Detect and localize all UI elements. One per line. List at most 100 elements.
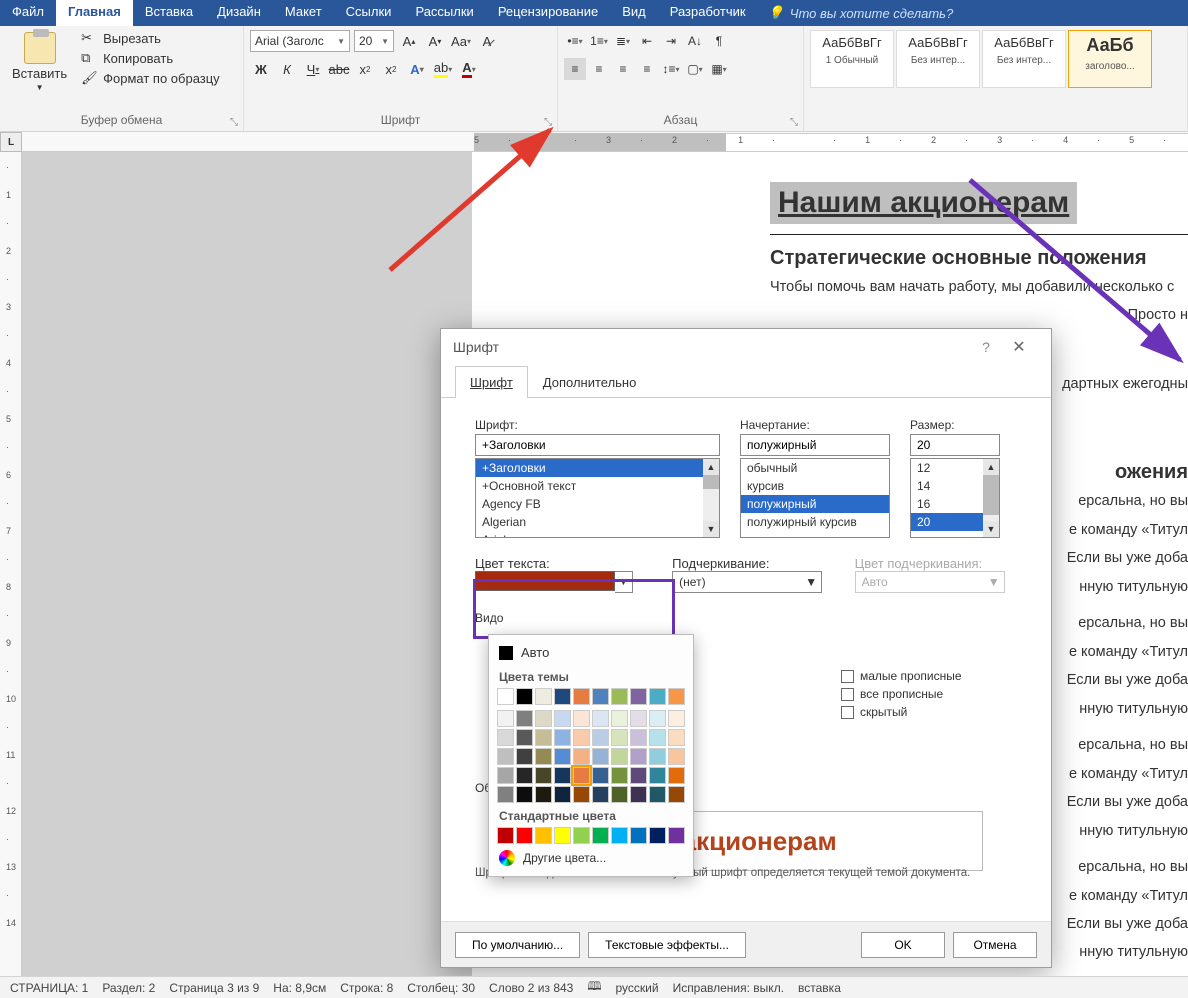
text-effects-button-dlg[interactable]: Текстовые эффекты... (588, 932, 746, 958)
theme-shade[interactable] (649, 748, 666, 765)
status-page-of[interactable]: Страница 3 из 9 (169, 981, 259, 995)
style-nospacing2[interactable]: АаБбВвГгБез интер... (982, 30, 1066, 88)
align-left-button[interactable]: ≡ (564, 58, 586, 80)
theme-color[interactable] (554, 688, 571, 705)
font-opt-2[interactable]: Agency FB (476, 495, 719, 513)
theme-shade[interactable] (554, 748, 571, 765)
indent-inc-button[interactable]: ⇥ (660, 30, 682, 52)
chk-hidden[interactable]: скрытый (841, 705, 1011, 719)
theme-shade[interactable] (668, 729, 685, 746)
paragraph-launcher[interactable]: ⤡ (787, 115, 801, 129)
theme-shade[interactable] (535, 710, 552, 727)
more-colors[interactable]: Другие цвета... (497, 844, 685, 868)
font-name-combo[interactable]: Arial (Заголс▼ (250, 30, 350, 52)
standard-color[interactable] (573, 827, 590, 844)
sort-button[interactable]: A↓ (684, 30, 706, 52)
theme-shade[interactable] (535, 748, 552, 765)
status-page[interactable]: СТРАНИЦА: 1 (10, 981, 88, 995)
chk-allcaps[interactable]: все прописные (841, 687, 1011, 701)
theme-color[interactable] (592, 688, 609, 705)
status-section[interactable]: Раздел: 2 (102, 981, 155, 995)
status-track[interactable]: Исправления: выкл. (673, 981, 784, 995)
ok-button[interactable]: OK (861, 932, 945, 958)
size-input[interactable] (910, 434, 1000, 456)
grow-font-button[interactable]: A▴ (398, 30, 420, 52)
shrink-font-button[interactable]: A▾ (424, 30, 446, 52)
style-input[interactable] (740, 434, 890, 456)
style-normal[interactable]: АаБбВвГг1 Обычный (810, 30, 894, 88)
theme-color[interactable] (516, 688, 533, 705)
format-painter-button[interactable]: 🖌Формат по образцу (81, 70, 220, 86)
theme-shade[interactable] (497, 729, 514, 746)
indent-dec-button[interactable]: ⇤ (636, 30, 658, 52)
style-nospacing1[interactable]: АаБбВвГгБез интер... (896, 30, 980, 88)
status-lang[interactable]: русский (616, 981, 659, 995)
italic-button[interactable]: К (276, 58, 298, 80)
theme-shade[interactable] (611, 748, 628, 765)
theme-shade[interactable] (649, 729, 666, 746)
font-input[interactable] (475, 434, 720, 456)
text-effects-button[interactable]: A (406, 58, 428, 80)
theme-shade[interactable] (516, 767, 533, 784)
standard-color[interactable] (649, 827, 666, 844)
theme-shade[interactable] (535, 786, 552, 803)
theme-shade[interactable] (668, 710, 685, 727)
style-listbox[interactable]: обычный курсив полужирный полужирный кур… (740, 458, 890, 538)
theme-shade[interactable] (516, 710, 533, 727)
theme-shade[interactable] (630, 729, 647, 746)
theme-shade[interactable] (573, 748, 590, 765)
theme-color[interactable] (668, 688, 685, 705)
theme-shade[interactable] (649, 786, 666, 803)
borders-button[interactable]: ▦ (708, 58, 730, 80)
theme-shade[interactable] (535, 767, 552, 784)
theme-shade[interactable] (573, 710, 590, 727)
status-words[interactable]: Слово 2 из 843 (489, 981, 573, 995)
font-opt-0[interactable]: +Заголовки (476, 459, 719, 477)
theme-color[interactable] (573, 688, 590, 705)
theme-shade[interactable] (497, 767, 514, 784)
tab-design[interactable]: Дизайн (205, 0, 273, 26)
cancel-button[interactable]: Отмена (953, 932, 1037, 958)
theme-shade[interactable] (573, 786, 590, 803)
status-pos[interactable]: На: 8,9см (273, 981, 326, 995)
dialog-close-button[interactable]: ✕ (999, 331, 1039, 363)
theme-shade[interactable] (668, 767, 685, 784)
dialog-tab-advanced[interactable]: Дополнительно (528, 366, 652, 398)
align-right-button[interactable]: ≡ (612, 58, 634, 80)
dialog-help-button[interactable]: ? (973, 339, 999, 355)
theme-shade[interactable] (592, 729, 609, 746)
font-launcher[interactable]: ⤡ (541, 115, 555, 129)
font-opt-4[interactable]: Arial (476, 531, 719, 538)
theme-shade[interactable] (497, 710, 514, 727)
theme-shade[interactable] (611, 710, 628, 727)
theme-shade[interactable] (592, 710, 609, 727)
theme-shade[interactable] (630, 748, 647, 765)
clear-format-button[interactable]: A̷ (476, 30, 498, 52)
justify-button[interactable]: ≡ (636, 58, 658, 80)
tab-view[interactable]: Вид (610, 0, 658, 26)
font-opt-3[interactable]: Algerian (476, 513, 719, 531)
copy-button[interactable]: ⧉Копировать (81, 50, 220, 66)
multilevel-button[interactable]: ≣ (612, 30, 634, 52)
show-marks-button[interactable]: ¶ (708, 30, 730, 52)
theme-shade[interactable] (554, 729, 571, 746)
vertical-ruler[interactable]: ·1· 2·3 ·4· 5·6 ·7· 8·9 ·10· 11·12 ·13· … (0, 152, 22, 976)
tab-review[interactable]: Рецензирование (486, 0, 610, 26)
tab-developer[interactable]: Разработчик (658, 0, 758, 26)
status-col[interactable]: Столбец: 30 (407, 981, 475, 995)
strike-button[interactable]: abc (328, 58, 350, 80)
font-size-combo[interactable]: 20▼ (354, 30, 394, 52)
cut-button[interactable]: ✂Вырезать (81, 30, 220, 46)
paste-button[interactable]: Вставить ▼ (6, 30, 73, 94)
theme-shade[interactable] (630, 767, 647, 784)
theme-shade[interactable] (554, 786, 571, 803)
bullets-button[interactable]: •≡ (564, 30, 586, 52)
tab-references[interactable]: Ссылки (334, 0, 404, 26)
size-listbox[interactable]: 12 14 16 20 ▲▼ (910, 458, 1000, 538)
style-opt-3[interactable]: полужирный курсив (741, 513, 889, 531)
dialog-tab-font[interactable]: Шрифт (455, 366, 528, 398)
underline-button[interactable]: Ч (302, 58, 324, 80)
dialog-titlebar[interactable]: Шрифт ? ✕ (441, 329, 1051, 365)
theme-shade[interactable] (535, 729, 552, 746)
bold-button[interactable]: Ж (250, 58, 272, 80)
